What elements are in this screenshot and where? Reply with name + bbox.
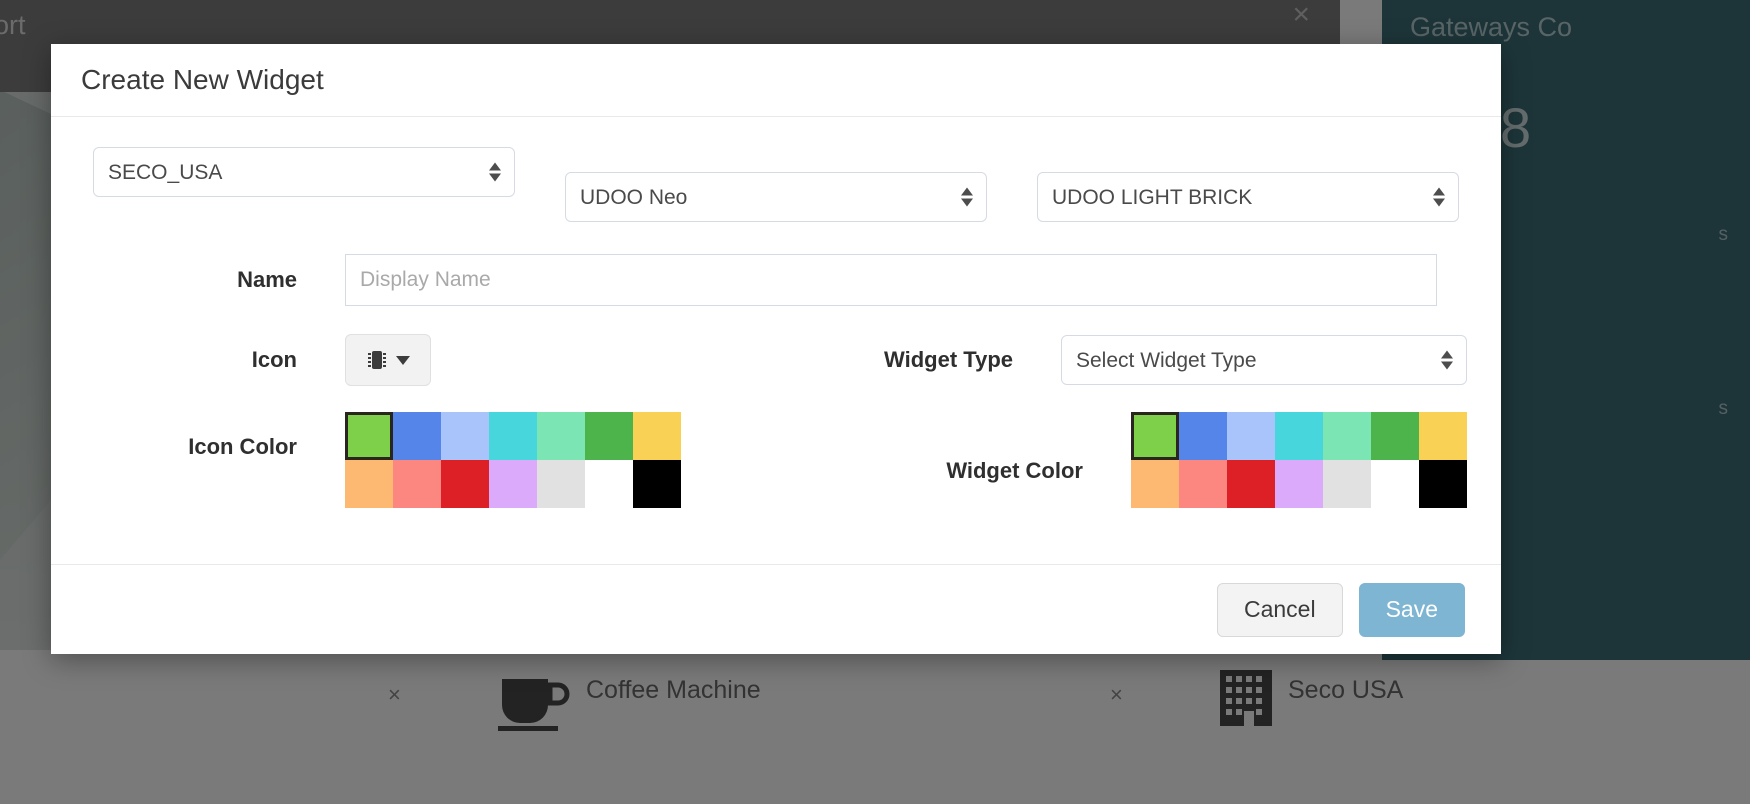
widget-color-swatch[interactable]: [1323, 412, 1371, 460]
icon-color-swatch[interactable]: [489, 460, 537, 508]
widget-color-swatch[interactable]: [1131, 412, 1179, 460]
dialog-header: Create New Widget: [51, 44, 1501, 117]
dialog-title: Create New Widget: [81, 64, 324, 95]
board-select-wrapper: UDOO Neo: [565, 172, 987, 222]
color-row: Icon Color Widget Color: [93, 412, 1467, 508]
icon-color-swatch[interactable]: [393, 412, 441, 460]
icon-color-palette[interactable]: [345, 412, 681, 508]
selector-row: SECO_USA UDOO Neo UDOO LIGHT BRICK: [93, 147, 1467, 222]
widget-type-select[interactable]: Select Widget Type: [1061, 335, 1467, 385]
widget-color-palette[interactable]: [1131, 412, 1467, 508]
microchip-icon: [367, 351, 386, 369]
cancel-button[interactable]: Cancel: [1216, 582, 1343, 637]
widget-color-swatch[interactable]: [1227, 412, 1275, 460]
chevron-down-icon: [395, 355, 410, 365]
icon-color-swatch[interactable]: [345, 460, 393, 508]
widget-color-swatch[interactable]: [1179, 412, 1227, 460]
save-button[interactable]: Save: [1358, 582, 1465, 637]
icon-color-swatch[interactable]: [441, 460, 489, 508]
icon-color-block: [345, 412, 681, 508]
name-input[interactable]: [345, 254, 1437, 306]
icon-color-swatch[interactable]: [489, 412, 537, 460]
icon-and-type-row: Icon Widget Type Select Widget Type: [93, 334, 1467, 386]
icon-color-swatch[interactable]: [633, 412, 681, 460]
widget-color-swatch[interactable]: [1371, 460, 1419, 508]
name-label: Name: [237, 267, 297, 292]
widget-color-swatch[interactable]: [1371, 412, 1419, 460]
brick-select[interactable]: UDOO LIGHT BRICK: [1037, 172, 1459, 222]
icon-label: Icon: [251, 347, 297, 372]
icon-color-swatch[interactable]: [537, 460, 585, 508]
board-select[interactable]: UDOO Neo: [565, 172, 987, 222]
widget-color-label: Widget Color: [946, 458, 1083, 483]
widget-color-group: Widget Color: [946, 412, 1467, 508]
create-new-widget-dialog: Create New Widget SECO_USA UDOO Neo UDOO…: [51, 44, 1501, 654]
widget-color-swatch[interactable]: [1275, 412, 1323, 460]
icon-color-swatch[interactable]: [537, 412, 585, 460]
dialog-footer: Cancel Save: [51, 564, 1501, 654]
widget-color-swatch[interactable]: [1227, 460, 1275, 508]
icon-color-swatch[interactable]: [585, 412, 633, 460]
widget-type-label: Widget Type: [884, 347, 1013, 372]
widget-color-swatch[interactable]: [1275, 460, 1323, 508]
icon-color-swatch[interactable]: [393, 460, 441, 508]
dialog-body: SECO_USA UDOO Neo UDOO LIGHT BRICK Name …: [51, 117, 1501, 564]
icon-color-label: Icon Color: [188, 434, 297, 459]
widget-color-swatch[interactable]: [1323, 460, 1371, 508]
widget-color-swatch[interactable]: [1419, 412, 1467, 460]
widget-color-swatch[interactable]: [1131, 460, 1179, 508]
company-select-wrapper: SECO_USA: [93, 147, 515, 197]
widget-color-swatch[interactable]: [1419, 460, 1467, 508]
icon-picker-button[interactable]: [345, 334, 431, 386]
widget-type-group: Widget Type Select Widget Type: [884, 335, 1467, 385]
icon-color-swatch[interactable]: [441, 412, 489, 460]
widget-type-select-wrapper: Select Widget Type: [1061, 335, 1467, 385]
company-select[interactable]: SECO_USA: [93, 147, 515, 197]
widget-color-swatch[interactable]: [1179, 460, 1227, 508]
name-row: Name: [93, 254, 1467, 306]
icon-color-swatch[interactable]: [633, 460, 681, 508]
brick-select-wrapper: UDOO LIGHT BRICK: [1037, 172, 1459, 222]
icon-color-swatch[interactable]: [345, 412, 393, 460]
icon-color-swatch[interactable]: [585, 460, 633, 508]
